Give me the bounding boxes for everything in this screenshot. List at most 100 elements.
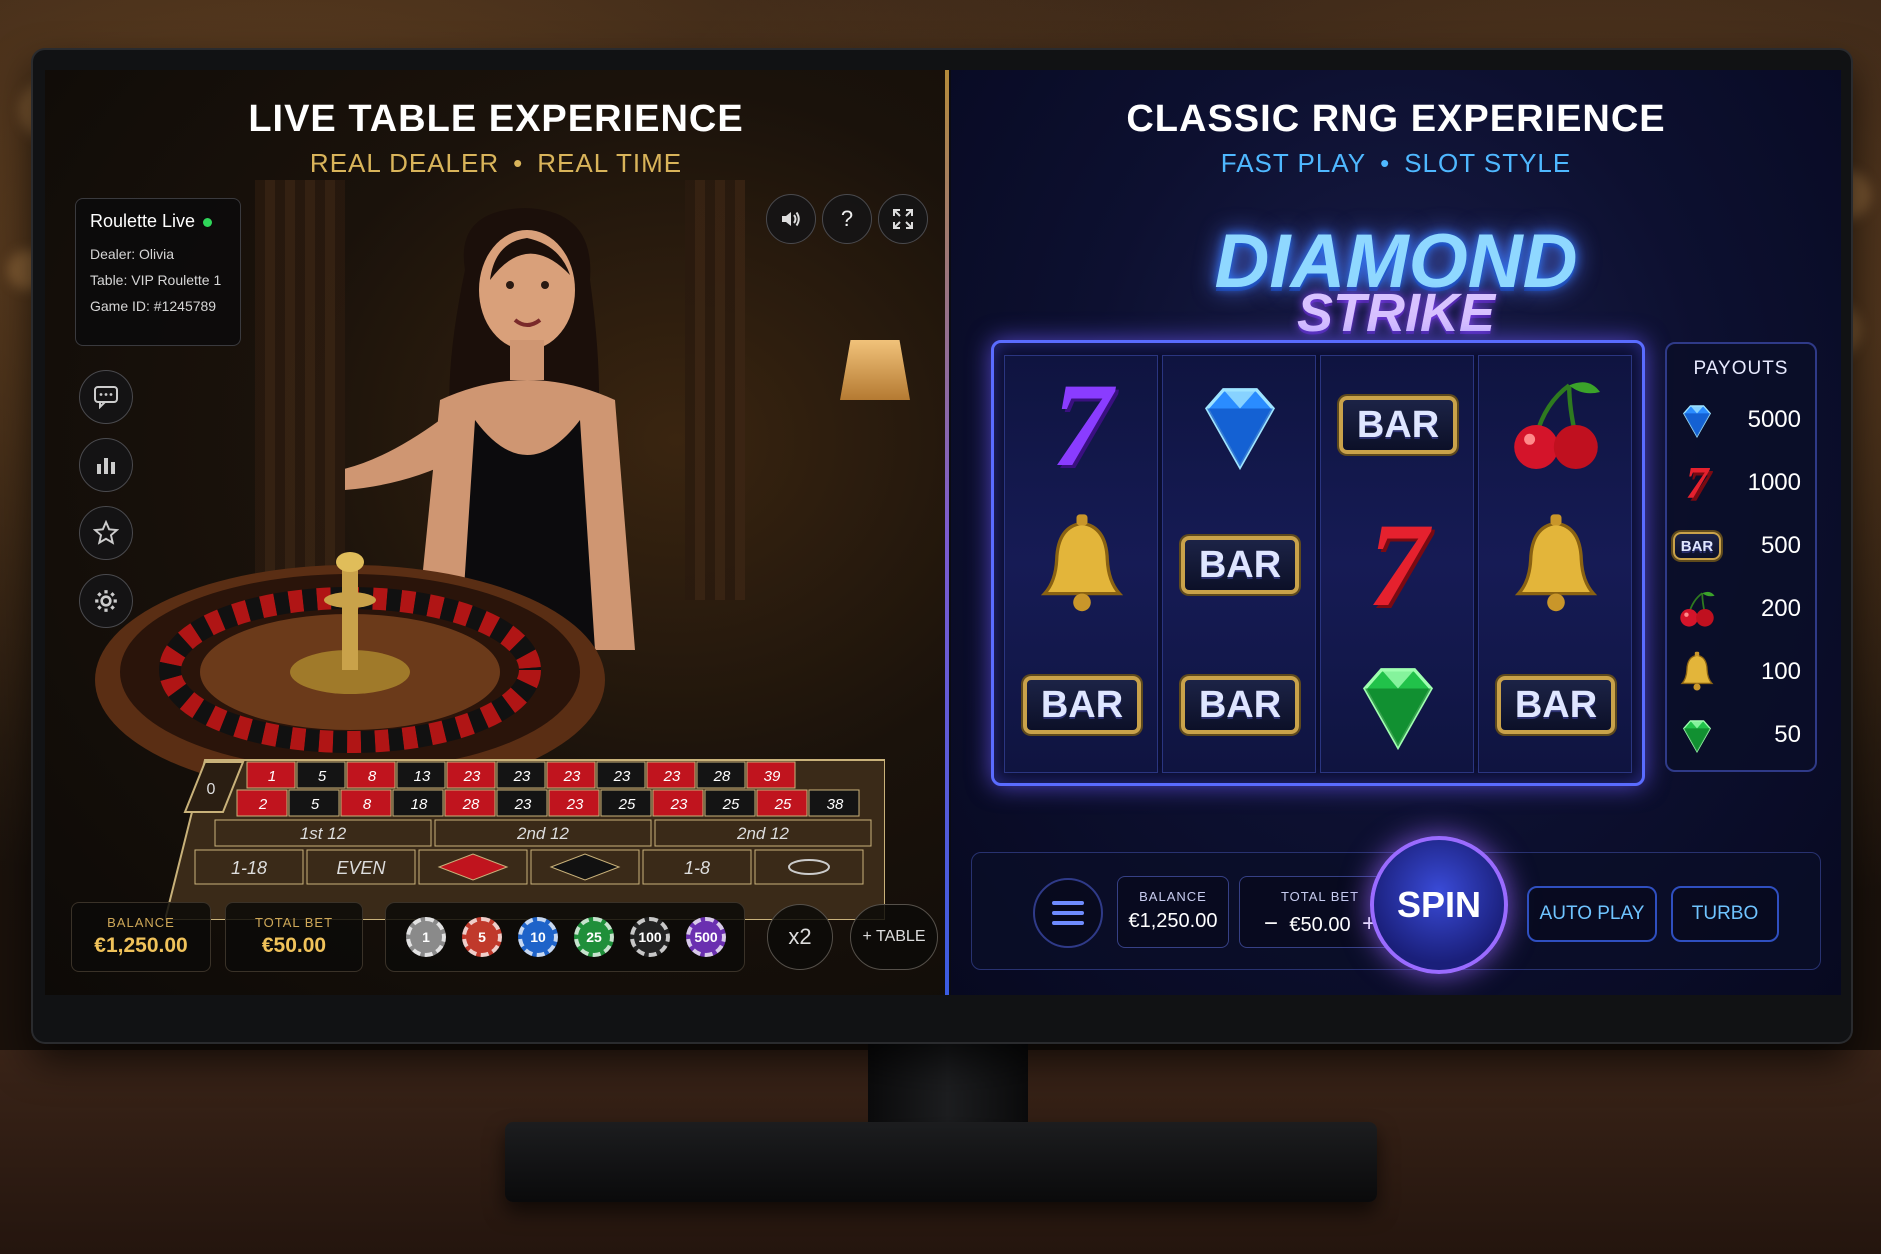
green-diamond-icon: [1682, 720, 1712, 754]
chip-selector: 1 5 10 25 100 500: [385, 902, 745, 972]
multiplier-button[interactable]: x2: [767, 904, 833, 970]
fullscreen-button[interactable]: [878, 194, 928, 244]
rng-title: CLASSIC RNG EXPERIENCE: [1126, 98, 1666, 140]
reel-cell: BAR: [1321, 356, 1475, 494]
menu-icon: [1052, 921, 1084, 925]
dealer-name: Dealer: Olivia: [90, 246, 175, 262]
outside-bet-cell[interactable]: [754, 849, 864, 885]
reel-1: 7 BAR: [1004, 355, 1158, 773]
balance-display: BALANCE €1,250.00: [71, 902, 211, 972]
chip-5[interactable]: 5: [462, 917, 502, 957]
chat-button[interactable]: [79, 370, 133, 424]
reel-cell: [1005, 496, 1159, 634]
game-name: Roulette Live: [90, 211, 226, 232]
number-label: 2: [258, 796, 268, 813]
turbo-button[interactable]: TURBO: [1671, 886, 1779, 942]
decrease-bet-button[interactable]: −: [1258, 910, 1284, 938]
cherry-icon: [1680, 591, 1715, 627]
roulette-betting-layout: 01 5 8 13 23 23 23 23 23 28 392 5 8 18 28 23 23 25 23 25 25 3…: [165, 759, 885, 920]
number-label: 25: [722, 796, 740, 813]
live-subtitle-b: REAL TIME: [537, 148, 683, 178]
reel-3: BAR 7: [1320, 355, 1474, 773]
payout-row: 7 1000: [1667, 457, 1819, 509]
chip-500[interactable]: 500: [686, 917, 726, 957]
slot-balance-label: BALANCE: [1139, 889, 1207, 904]
bell-icon: [1680, 651, 1714, 691]
monitor-stand-base: [505, 1122, 1377, 1202]
spin-button[interactable]: SPIN: [1370, 836, 1508, 974]
reel-cell: 7: [1005, 356, 1159, 494]
number-label: 23: [514, 796, 532, 813]
stats-button[interactable]: [79, 438, 133, 492]
chip-10[interactable]: 10: [518, 917, 558, 957]
fullscreen-icon: [893, 209, 913, 229]
bar-symbol: BAR: [1673, 532, 1721, 560]
outside-bet-label: 1-8: [684, 858, 710, 878]
number-label: 25: [774, 796, 792, 813]
number-label: 23: [670, 796, 688, 813]
menu-icon: [1052, 901, 1084, 905]
live-subtitle-a: REAL DEALER: [309, 148, 500, 178]
game-id: Game ID: #1245789: [90, 298, 217, 314]
monitor-screen: LIVE TABLE EXPERIENCE REAL DEALER • REAL T…: [45, 70, 1841, 995]
blue-diamond-icon: [1204, 388, 1276, 471]
reel-cell: BAR: [1005, 636, 1159, 774]
number-label: 23: [566, 796, 584, 813]
dozen-label: 2nd 12: [516, 824, 570, 843]
chip-25[interactable]: 25: [574, 917, 614, 957]
payout-icon: 7: [1667, 460, 1727, 506]
auto-play-button[interactable]: AUTO PLAY: [1527, 886, 1657, 942]
chip-1[interactable]: 1: [406, 917, 446, 957]
payout-icon: [1667, 398, 1727, 442]
bar-symbol: BAR: [1339, 396, 1457, 454]
total-bet-value: €50.00: [261, 934, 327, 957]
subtitle-separator: •: [513, 148, 524, 178]
dozen-label: 1st 12: [300, 824, 347, 843]
green-diamond-icon: [1362, 668, 1434, 751]
payout-row: BAR 500: [1667, 520, 1819, 572]
number-label: 8: [363, 796, 372, 813]
payout-icon: [1667, 713, 1727, 757]
number-label: 28: [462, 796, 480, 813]
menu-button[interactable]: [1033, 878, 1103, 948]
chip-100[interactable]: 100: [630, 917, 670, 957]
payout-icon: [1667, 650, 1727, 694]
payout-value: 200: [1760, 595, 1801, 622]
game-name-text: Roulette Live: [90, 211, 196, 231]
number-label: 8: [368, 768, 377, 785]
subtitle-separator: •: [1380, 148, 1391, 178]
slot-balance-display: BALANCE €1,250.00: [1117, 876, 1229, 948]
add-table-button[interactable]: + TABLE: [850, 904, 938, 970]
chat-icon: [94, 386, 118, 409]
stats-icon: [97, 458, 115, 474]
reel-cell: BAR: [1163, 636, 1317, 774]
number-label: 39: [764, 768, 781, 785]
slot-total-bet-value: €50.00: [1289, 914, 1351, 936]
help-icon: ?: [840, 206, 854, 231]
payout-value: 50: [1774, 721, 1801, 748]
red-seven-symbol: 7: [1685, 457, 1709, 508]
outside-bet-label: EVEN: [336, 858, 386, 878]
blue-diamond-icon: [1682, 405, 1712, 439]
table-name: Table: VIP Roulette 1: [90, 272, 222, 288]
payout-value: 1000: [1747, 469, 1801, 496]
payouts-title: PAYOUTS: [1693, 358, 1789, 379]
payout-row: 200: [1667, 583, 1819, 635]
payout-row: 50: [1667, 709, 1819, 761]
volume-button[interactable]: [766, 194, 816, 244]
balance-value: €1,250.00: [94, 934, 188, 957]
bell-icon: [1040, 514, 1124, 612]
bell-icon: [1514, 514, 1598, 612]
number-label: 23: [613, 768, 631, 785]
reel-4: BAR: [1478, 355, 1632, 773]
rng-subtitle-b: SLOT STYLE: [1404, 148, 1572, 178]
help-button[interactable]: ?: [822, 194, 872, 244]
reel-cell: BAR: [1479, 636, 1633, 774]
bar-symbol: BAR: [1181, 536, 1299, 594]
number-label: 23: [563, 768, 581, 785]
number-label: 23: [663, 768, 681, 785]
balance-label: BALANCE: [107, 915, 175, 930]
bar-symbol: BAR: [1181, 676, 1299, 734]
payout-row: 100: [1667, 646, 1819, 698]
rng-subtitle-a: FAST PLAY: [1220, 148, 1367, 178]
